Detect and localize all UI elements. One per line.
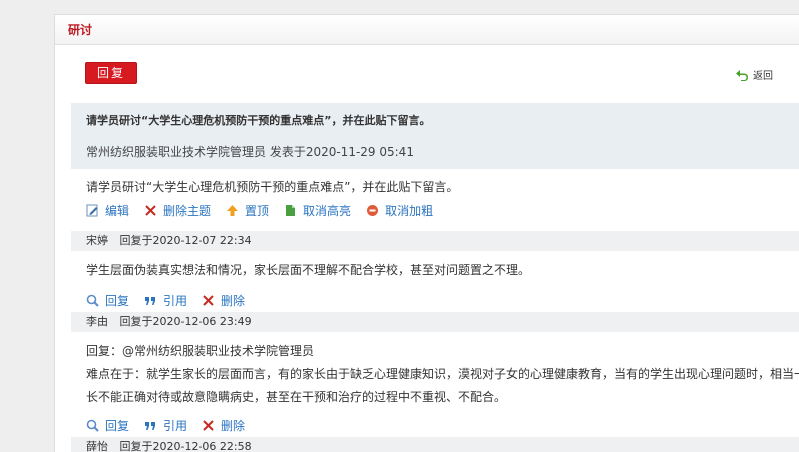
back-label: 返回 bbox=[753, 71, 773, 82]
delete-icon bbox=[144, 204, 157, 217]
discussion-panel: 研讨 回复 返回 请学员研讨“大学生心理危机预防干预的重点难点”，并在此贴下留言… bbox=[54, 14, 799, 452]
reply-actions: 回复 引用 删除 bbox=[71, 290, 799, 312]
reply-header: 李由 回复于2020-12-06 23:49 bbox=[71, 312, 799, 332]
minus-circle-icon bbox=[366, 204, 379, 217]
reply-content: 学生层面伪装真实想法和情况，家长层面不理解不配合学校，甚至对问题置之不理。 bbox=[86, 263, 531, 277]
pin-topic-action[interactable]: 置顶 bbox=[226, 202, 269, 219]
reply-author: 李由 bbox=[86, 315, 108, 328]
highlight-icon bbox=[284, 204, 297, 217]
delete-topic-action[interactable]: 删除主题 bbox=[144, 202, 211, 219]
reply-time: 回复于2020-12-06 23:49 bbox=[119, 315, 252, 328]
reply-header: 薛怡 回复于2020-12-06 22:58 bbox=[71, 437, 799, 452]
reply-item: 薛怡 回复于2020-12-06 22:58 bbox=[71, 437, 799, 452]
topic-meta: 常州纺织服装职业技术学院管理员 发表于2020-11-29 05:41 bbox=[86, 145, 414, 159]
edit-topic-action[interactable]: 编辑 bbox=[86, 202, 129, 219]
unbold-action[interactable]: 取消加粗 bbox=[366, 202, 433, 219]
reply-time: 回复于2020-12-07 22:34 bbox=[119, 234, 252, 247]
magnifier-reply-icon bbox=[86, 294, 99, 307]
reply-author: 宋婷 bbox=[86, 234, 108, 247]
panel-title: 研讨 bbox=[55, 15, 799, 45]
reply-item: 宋婷 回复于2020-12-07 22:34 学生层面伪装真实想法和情况，家长层… bbox=[71, 231, 799, 312]
reply-time: 回复于2020-12-06 22:58 bbox=[119, 440, 252, 452]
reply-action[interactable]: 回复 bbox=[86, 417, 129, 434]
topic-title: 请学员研讨“大学生心理危机预防干预的重点难点”，并在此贴下留言。 bbox=[86, 114, 431, 127]
delete-icon bbox=[202, 294, 215, 307]
magnifier-reply-icon bbox=[86, 419, 99, 432]
reply-actions: 回复 引用 删除 bbox=[71, 415, 799, 437]
pin-up-arrow-icon bbox=[226, 204, 239, 217]
reply-author: 薛怡 bbox=[86, 440, 108, 452]
delete-reply-action[interactable]: 删除 bbox=[202, 292, 245, 309]
delete-icon bbox=[202, 419, 215, 432]
topic-header: 请学员研讨“大学生心理危机预防干预的重点难点”，并在此贴下留言。 常州纺织服装职… bbox=[71, 103, 799, 169]
delete-reply-action[interactable]: 删除 bbox=[202, 417, 245, 434]
back-link[interactable]: 返回 bbox=[735, 67, 773, 82]
topic-actions: 编辑 删除主题 置顶 取消高亮 取消加粗 bbox=[55, 199, 799, 221]
reply-action[interactable]: 回复 bbox=[86, 292, 129, 309]
quote-action[interactable]: 引用 bbox=[144, 292, 187, 309]
topic-body: 请学员研讨“大学生心理危机预防干预的重点难点”，并在此贴下留言。 bbox=[86, 180, 459, 194]
reply-content: 回复：@常州纺织服装职业技术学院管理员 难点在于：就学生家长的层面而言，有的家长… bbox=[86, 344, 799, 404]
quote-action[interactable]: 引用 bbox=[144, 417, 187, 434]
edit-icon bbox=[86, 204, 99, 217]
reply-item: 李由 回复于2020-12-06 23:49 回复：@常州纺织服装职业技术学院管… bbox=[71, 312, 799, 437]
reply-button[interactable]: 回复 bbox=[85, 62, 137, 84]
toolbar: 回复 返回 bbox=[55, 45, 799, 103]
quote-icon bbox=[144, 419, 157, 432]
quote-icon bbox=[144, 294, 157, 307]
reply-header: 宋婷 回复于2020-12-07 22:34 bbox=[71, 231, 799, 251]
back-arrow-icon bbox=[735, 69, 749, 81]
unhighlight-action[interactable]: 取消高亮 bbox=[284, 202, 351, 219]
